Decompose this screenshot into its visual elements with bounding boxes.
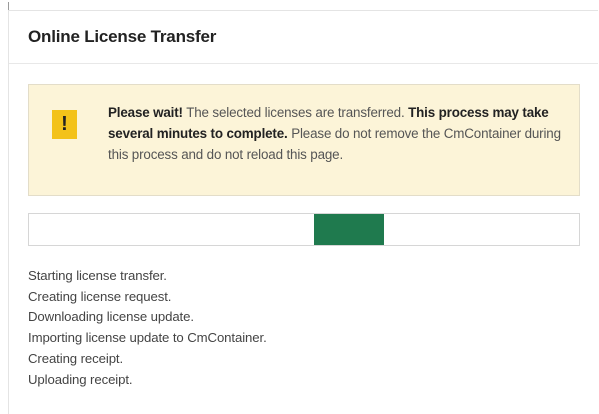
log-line: Uploading receipt. bbox=[28, 371, 133, 387]
log-line: Creating license request. bbox=[28, 288, 172, 304]
progress-bar-fill bbox=[314, 214, 384, 245]
panel-header: Online License Transfer bbox=[9, 11, 598, 64]
log-line: Creating receipt. bbox=[28, 350, 124, 366]
log-line: Downloading license update. bbox=[28, 309, 194, 325]
panel-body: ! Please wait! The selected licenses are… bbox=[9, 64, 598, 390]
log-line: Importing license update to CmContainer. bbox=[28, 330, 267, 346]
license-transfer-panel: Online License Transfer ! Please wait! T… bbox=[8, 10, 598, 414]
log-line: Starting license transfer. bbox=[28, 268, 167, 283]
alert-message: Please wait! The selected licenses are t… bbox=[108, 102, 563, 165]
alert-text-transfer: The selected licenses are transferred. bbox=[182, 105, 409, 120]
progress-bar bbox=[28, 213, 580, 246]
warning-alert: ! Please wait! The selected licenses are… bbox=[28, 84, 580, 196]
page-title: Online License Transfer bbox=[28, 27, 217, 46]
alert-strong-wait: Please wait! bbox=[108, 105, 183, 120]
exclamation-icon: ! bbox=[52, 110, 77, 139]
window-edge-mark bbox=[8, 2, 9, 10]
transfer-log: Starting license transfer. Creating lice… bbox=[28, 266, 579, 390]
